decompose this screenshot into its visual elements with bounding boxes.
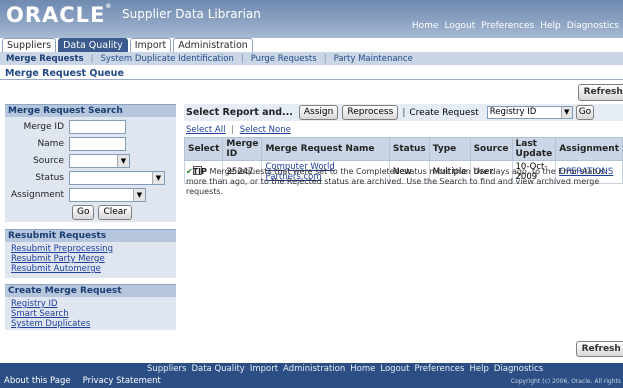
chevron-down-icon: ▼ xyxy=(117,155,129,167)
footer-link-import[interactable]: Import xyxy=(250,364,278,374)
chevron-down-icon: ▼ xyxy=(152,172,164,184)
footer-link-help[interactable]: Help xyxy=(469,364,488,374)
footer-link-suppliers[interactable]: Suppliers xyxy=(147,364,186,374)
footer-link-home[interactable]: Home xyxy=(350,364,375,374)
header-bar: ORACLE® Supplier Data Librarian Home Log… xyxy=(0,0,623,38)
resubmit-requests-panel: Resubmit Requests Resubmit Preprocessing… xyxy=(5,229,176,278)
footer-link-preferences[interactable]: Preferences xyxy=(414,364,464,374)
column-header-select: Select xyxy=(183,137,224,161)
column-header-type[interactable]: Type xyxy=(428,137,471,161)
column-header-status[interactable]: Status xyxy=(388,137,430,161)
name-label: Name xyxy=(37,139,64,149)
tab-data-quality[interactable]: Data Quality xyxy=(58,38,128,52)
source-label: Source xyxy=(33,156,64,166)
subtab-party-maintenance[interactable]: Party Maintenance xyxy=(332,54,415,64)
oracle-logo: ORACLE® xyxy=(6,3,113,27)
tab-import[interactable]: Import xyxy=(129,38,172,52)
resubmit-preprocessing-link[interactable]: Resubmit Preprocessing xyxy=(5,244,176,254)
registry-id-link[interactable]: Registry ID xyxy=(5,299,176,309)
table-header-row: Select Merge ID Merge Request Name Statu… xyxy=(183,137,623,161)
footer-link-data-quality[interactable]: Data Quality xyxy=(191,364,244,374)
assignment-select[interactable]: ▼ xyxy=(69,188,146,202)
create-request-label: Create Request xyxy=(409,107,479,118)
subtab-system-duplicate-identification[interactable]: System Duplicate Identification xyxy=(99,54,236,64)
footer-link-logout[interactable]: Logout xyxy=(380,364,409,374)
resubmit-party-merge-link[interactable]: Resubmit Party Merge xyxy=(5,254,176,264)
assignment-label: Assignment xyxy=(11,190,64,200)
global-link-logout[interactable]: Logout xyxy=(444,21,475,31)
merge-id-label: Merge ID xyxy=(23,122,64,132)
resubmit-panel-title: Resubmit Requests xyxy=(5,229,176,242)
footer-link-diagnostics[interactable]: Diagnostics xyxy=(494,364,543,374)
create-merge-request-panel: Create Merge Request Registry ID Smart S… xyxy=(5,284,176,330)
tip-check-icon: ✔ xyxy=(186,167,193,176)
title-divider xyxy=(0,79,623,80)
merge-id-input[interactable] xyxy=(69,120,126,134)
tip-message: ✔TIP Merge requests that were set to the… xyxy=(186,167,623,197)
create-panel-title: Create Merge Request xyxy=(5,284,176,297)
name-input[interactable] xyxy=(69,137,126,151)
subtab-separator: | xyxy=(240,53,244,64)
status-label: Status xyxy=(35,173,64,183)
footer-link-administration[interactable]: Administration xyxy=(283,364,345,374)
subtab-merge-requests[interactable]: Merge Requests xyxy=(4,54,86,64)
search-clear-button[interactable]: Clear xyxy=(98,205,133,220)
column-header-merge-request-name[interactable]: Merge Request Name xyxy=(261,137,390,161)
footer-links: Suppliers Data Quality Import Administra… xyxy=(147,364,543,374)
merge-request-search-panel: Merge Request Search Merge ID Name Sourc… xyxy=(5,104,176,222)
tab-administration[interactable]: Administration xyxy=(173,38,253,52)
column-header-last-update[interactable]: Last Update xyxy=(511,137,557,161)
assign-button[interactable]: Assign xyxy=(298,105,339,120)
global-link-diagnostics[interactable]: Diagnostics xyxy=(567,21,619,31)
table-action-bar: Select Report and... Assign Reprocess | … xyxy=(184,104,623,121)
search-panel-title: Merge Request Search xyxy=(5,104,176,117)
chevron-down-icon: ▼ xyxy=(133,189,145,201)
create-request-select[interactable]: Registry ID ▼ xyxy=(486,106,573,119)
refresh-button-bottom[interactable]: Refresh S xyxy=(576,341,623,357)
select-none-link[interactable]: Select None xyxy=(240,125,291,135)
global-link-preferences[interactable]: Preferences xyxy=(481,21,534,31)
subtab-purge-requests[interactable]: Purge Requests xyxy=(249,54,319,64)
main-tabs: Suppliers Data Quality Import Administra… xyxy=(0,38,253,52)
subtab-separator: | xyxy=(90,53,94,64)
column-header-assignment[interactable]: Assignment xyxy=(555,137,623,161)
system-duplicates-link[interactable]: System Duplicates xyxy=(5,319,176,329)
tip-text: Merge requests that were set to the Comp… xyxy=(186,167,605,196)
global-link-help[interactable]: Help xyxy=(540,21,561,31)
subtab-separator: | xyxy=(323,53,327,64)
sub-tabs: Merge Requests | System Duplicate Identi… xyxy=(0,52,623,65)
app-title: Supplier Data Librarian xyxy=(122,7,261,21)
chevron-down-icon: ▼ xyxy=(560,107,572,118)
footer-bar: Suppliers Data Quality Import Administra… xyxy=(0,363,623,388)
select-all-link[interactable]: Select All xyxy=(186,125,225,135)
create-request-go-button[interactable]: Go xyxy=(575,105,595,120)
column-header-merge-id[interactable]: Merge ID xyxy=(222,137,263,161)
global-links: Home Logout Preferences Help Diagnostics xyxy=(412,21,619,31)
page-title: Merge Request Queue xyxy=(5,68,124,79)
privacy-statement-link[interactable]: Privacy Statement xyxy=(83,376,161,386)
reprocess-button[interactable]: Reprocess xyxy=(342,105,399,120)
copyright-text: Copyright (c) 2006, Oracle. All rights xyxy=(510,378,621,385)
column-header-source[interactable]: Source xyxy=(469,137,513,161)
action-separator: | xyxy=(402,107,406,118)
select-links: Select All | Select None xyxy=(186,125,291,135)
tip-label: TIP xyxy=(192,167,207,176)
global-link-home[interactable]: Home xyxy=(412,21,439,31)
source-select[interactable]: ▼ xyxy=(69,154,130,168)
select-report-label: Select Report and... xyxy=(186,107,293,118)
about-links: About this Page Privacy Statement xyxy=(4,376,161,386)
refresh-button-top[interactable]: Refresh S xyxy=(578,84,623,101)
tab-suppliers[interactable]: Suppliers xyxy=(2,38,57,52)
about-this-page-link[interactable]: About this Page xyxy=(4,376,71,386)
status-select[interactable]: ▼ xyxy=(69,171,165,185)
smart-search-link[interactable]: Smart Search xyxy=(5,309,176,319)
resubmit-automerge-link[interactable]: Resubmit Automerge xyxy=(5,264,176,274)
search-go-button[interactable]: Go xyxy=(72,205,95,220)
